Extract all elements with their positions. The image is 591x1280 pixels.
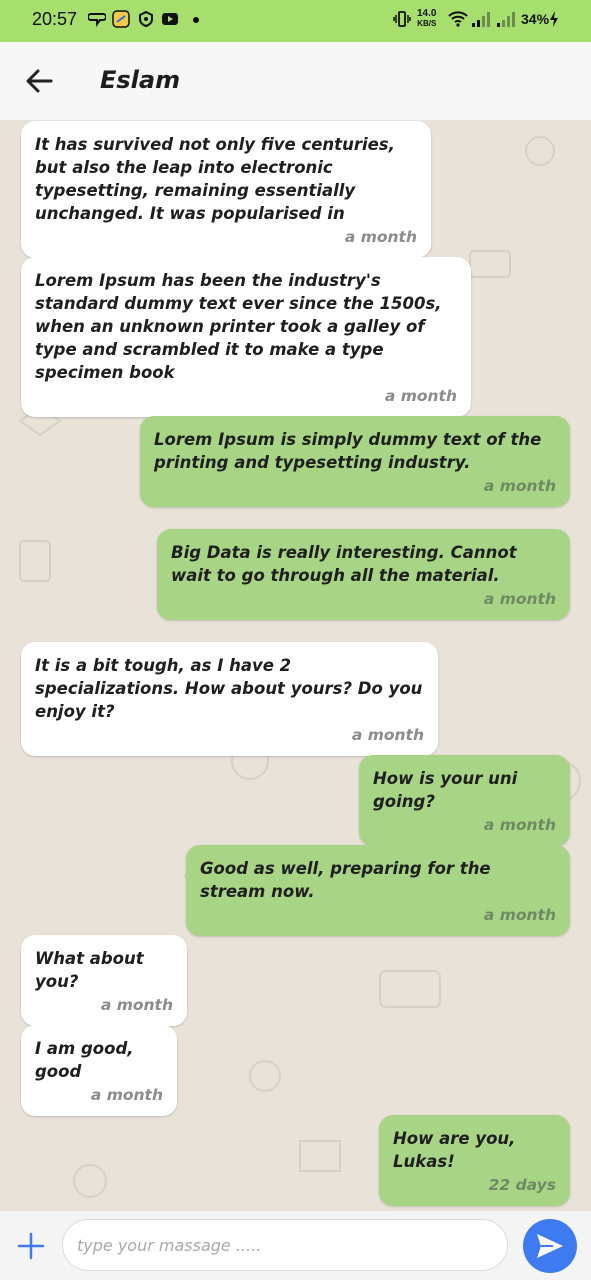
message-text: Good as well, preparing for the stream n… xyxy=(200,859,491,901)
message-text: What about you? xyxy=(35,949,144,991)
message-text: Lorem Ipsum is simply dummy text of the … xyxy=(154,430,542,472)
message-time: a month xyxy=(483,590,556,608)
message-text: How is your uni going? xyxy=(373,769,518,811)
status-bar: 20:57 14.0 KB/S 34% xyxy=(0,0,591,42)
message-time: a month xyxy=(90,1086,163,1104)
app-notification-icon xyxy=(112,10,130,28)
message-list[interactable]: It has survived not only five centuries,… xyxy=(0,121,591,1211)
more-notifications-dot xyxy=(193,17,199,23)
wifi-icon xyxy=(448,11,468,27)
chat-header: Eslam xyxy=(0,42,591,121)
message-incoming[interactable]: It has survived not only five centuries,… xyxy=(21,121,431,258)
message-incoming[interactable]: What about you? a month xyxy=(21,935,187,1026)
charging-icon xyxy=(550,11,558,27)
signal-icon-2 xyxy=(497,12,515,27)
message-time: a month xyxy=(483,477,556,495)
send-button[interactable] xyxy=(523,1219,577,1273)
message-incoming[interactable]: I am good, good a month xyxy=(21,1025,177,1116)
status-time: 20:57 xyxy=(32,9,78,29)
message-input[interactable] xyxy=(62,1219,508,1271)
message-time: a month xyxy=(351,726,424,744)
network-speed: 14.0 KB/S xyxy=(417,9,436,29)
youtube-icon xyxy=(162,13,178,25)
contact-name: Eslam xyxy=(100,66,181,94)
message-outgoing[interactable]: How is your uni going? a month xyxy=(359,755,570,846)
message-text: It is a bit tough, as I have 2 specializ… xyxy=(35,656,423,721)
message-text: Lorem Ipsum has been the industry's stan… xyxy=(35,271,442,382)
message-outgoing[interactable]: Big Data is really interesting. Cannot w… xyxy=(157,529,570,620)
vibrate-icon xyxy=(393,11,411,27)
message-time: 22 days xyxy=(488,1176,556,1194)
network-speed-value: 14.0 xyxy=(417,8,437,19)
message-text: How are you, Lukas! xyxy=(393,1129,516,1171)
message-time: a month xyxy=(483,816,556,834)
chat-notification-icon xyxy=(88,13,106,27)
message-time: a month xyxy=(483,906,556,924)
plus-icon[interactable] xyxy=(16,1231,46,1261)
send-icon xyxy=(537,1234,563,1258)
message-outgoing[interactable]: Good as well, preparing for the stream n… xyxy=(186,845,570,936)
battery-level: 34% xyxy=(521,11,550,27)
message-composer xyxy=(0,1211,591,1280)
shield-icon xyxy=(139,10,153,28)
signal-icon xyxy=(472,12,490,27)
message-outgoing[interactable]: Lorem Ipsum is simply dummy text of the … xyxy=(140,416,570,507)
message-text: I am good, good xyxy=(35,1039,134,1081)
message-incoming[interactable]: Lorem Ipsum has been the industry's stan… xyxy=(21,257,471,417)
network-speed-unit: KB/S xyxy=(417,19,437,28)
message-time: a month xyxy=(100,996,173,1014)
message-text: Big Data is really interesting. Cannot w… xyxy=(171,543,517,585)
message-outgoing[interactable]: How are you, Lukas! 22 days xyxy=(379,1115,570,1206)
message-time: a month xyxy=(384,387,457,405)
message-time: a month xyxy=(344,228,417,246)
message-text: It has survived not only five centuries,… xyxy=(35,135,395,223)
arrow-left-icon[interactable] xyxy=(24,66,54,96)
message-incoming[interactable]: It is a bit tough, as I have 2 specializ… xyxy=(21,642,438,756)
